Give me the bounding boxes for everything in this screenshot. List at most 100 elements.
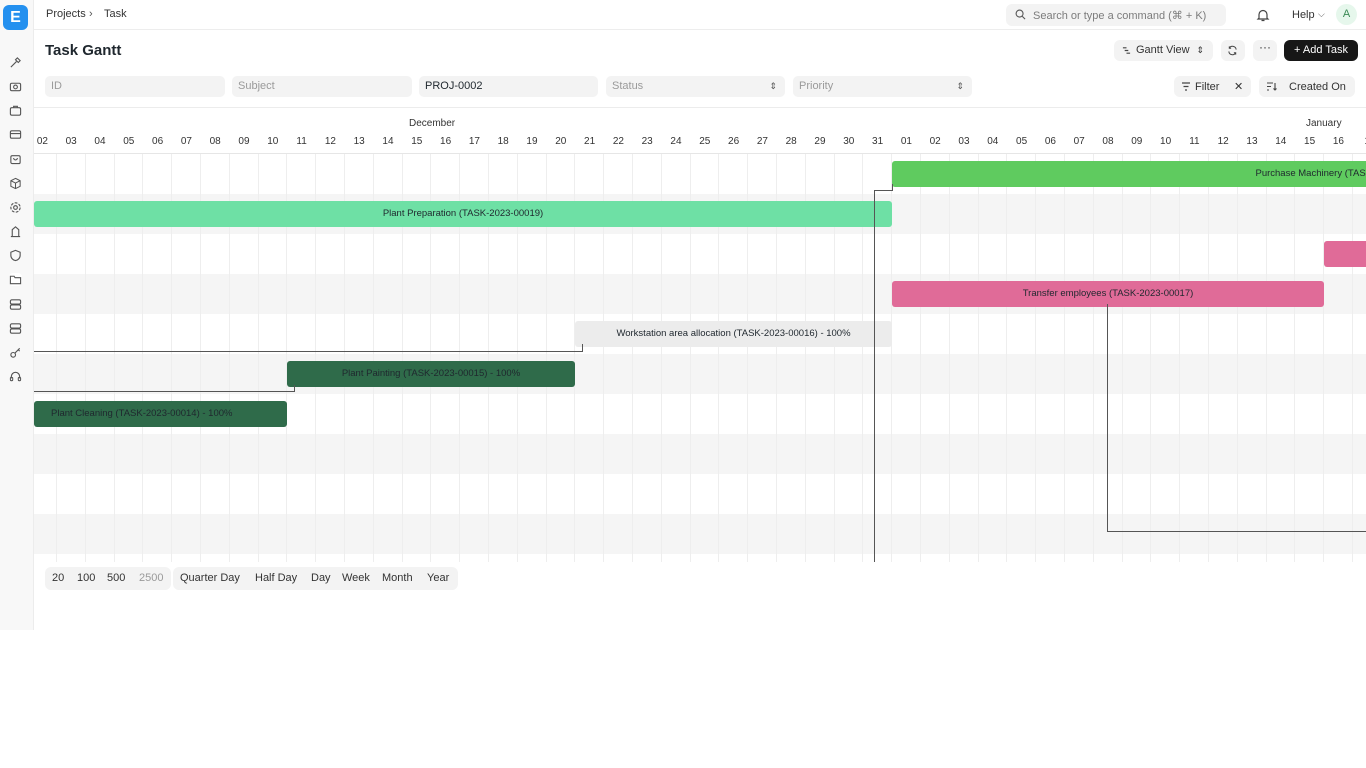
bag-icon[interactable] — [9, 152, 22, 165]
gantt-day-label: 11 — [1189, 136, 1200, 147]
gantt-day-label: 27 — [756, 136, 768, 147]
gantt-day-label: 16 — [440, 136, 452, 147]
bell-icon[interactable] — [1256, 8, 1270, 22]
gantt-day-label: 31 — [872, 136, 884, 147]
gantt-task-bar[interactable]: Purchase Machinery (TASK — [892, 161, 1366, 187]
status-filter-select[interactable]: Status ⇕ — [606, 76, 785, 97]
key-icon[interactable] — [9, 346, 22, 359]
breadcrumb-task[interactable]: Task — [104, 8, 127, 20]
gantt-grid-line — [1121, 154, 1123, 562]
chevron-up-down-icon: ⇕ — [769, 81, 777, 91]
gantt-row — [34, 234, 1366, 274]
gantt-grid-line — [1092, 154, 1094, 562]
gantt-month-label: December — [409, 118, 456, 129]
gantt-day-label: 11 — [296, 136, 307, 147]
avatar[interactable]: A — [1336, 4, 1357, 25]
gantt-day-label: 08 — [1102, 136, 1114, 147]
sidebar: E — [0, 0, 34, 630]
filter-button[interactable]: Filter ✕ — [1174, 76, 1251, 97]
page-size-500[interactable]: 500 — [107, 572, 125, 584]
app-logo[interactable]: E — [3, 5, 28, 30]
view-mode-quarter-day[interactable]: Quarter Day — [180, 572, 240, 584]
gantt-task-bar[interactable]: Plant Painting (TASK-2023-00015) - 100% — [287, 361, 575, 387]
sort-label: Created On — [1289, 81, 1346, 93]
gantt-grid-line — [1323, 154, 1325, 562]
gantt-dependency-line — [874, 190, 875, 562]
gantt-grid-line — [1064, 154, 1065, 562]
gantt-grid-line — [977, 154, 979, 562]
card-icon[interactable] — [9, 128, 22, 141]
project-filter-input[interactable]: PROJ-0002 — [419, 76, 598, 97]
gantt-day-label: 02 — [929, 136, 941, 147]
search-input[interactable]: Search or type a command (⌘ + K) — [1006, 4, 1226, 26]
page-size-2500[interactable]: 2500 — [139, 572, 163, 584]
gantt-day-label: 07 — [1073, 136, 1085, 147]
gantt-header-divider — [34, 153, 1366, 154]
view-mode-week[interactable]: Week — [342, 572, 370, 584]
building-icon[interactable] — [9, 225, 22, 238]
view-mode-half-day[interactable]: Half Day — [255, 572, 297, 584]
gantt-chart[interactable]: 02 03 04 05 06 07 08 09 10 11 12 13 14 15 16 17 18 19 20 21… — [34, 107, 1366, 562]
id-filter-input[interactable]: ID — [45, 76, 225, 97]
headset-icon[interactable] — [9, 370, 22, 383]
tools-icon[interactable] — [9, 56, 22, 69]
breadcrumb-projects[interactable]: Projects — [46, 8, 86, 20]
gantt-grid-line — [1236, 154, 1238, 562]
gantt-day-label: 06 — [1044, 136, 1056, 147]
gantt-day-label: 28 — [785, 136, 797, 147]
view-switcher-button[interactable]: Gantt View ⇕ — [1114, 40, 1213, 61]
gantt-dependency-line — [892, 184, 893, 191]
gantt-day-label: 13 — [1246, 136, 1258, 147]
gantt-task-bar[interactable] — [1324, 241, 1366, 267]
shield-icon[interactable] — [9, 249, 22, 262]
refresh-button[interactable] — [1221, 40, 1245, 61]
briefcase-icon[interactable] — [9, 104, 22, 117]
help-menu[interactable]: Help — [1292, 9, 1315, 21]
gantt-day-label: 03 — [958, 136, 970, 147]
subject-filter-input[interactable]: Subject — [232, 76, 412, 97]
page-size-20[interactable]: 20 — [52, 572, 64, 584]
gantt-day-label: 24 — [670, 136, 682, 147]
gantt-day-label: 18 — [497, 136, 509, 147]
close-icon[interactable]: ✕ — [1234, 77, 1243, 98]
database-icon[interactable] — [9, 322, 22, 335]
settings-icon[interactable] — [9, 201, 22, 214]
gantt-grid-line — [1179, 154, 1181, 562]
more-options-button[interactable]: ··· — [1253, 40, 1277, 61]
folder-icon[interactable] — [9, 273, 22, 286]
gantt-day-label: 19 — [526, 136, 538, 147]
page-size-selector: 20 100 500 2500 — [45, 567, 171, 590]
chevron-right-icon: › — [89, 8, 93, 20]
gantt-day-label: 05 — [123, 136, 135, 147]
database-icon[interactable] — [9, 298, 22, 311]
gantt-day-label: 04 — [987, 136, 999, 147]
view-mode-year[interactable]: Year — [427, 572, 449, 584]
gantt-day-label: 10 — [1160, 136, 1172, 147]
page-size-100[interactable]: 100 — [77, 572, 95, 584]
view-mode-month[interactable]: Month — [382, 572, 413, 584]
gantt-day-label: 23 — [641, 136, 653, 147]
gantt-day-label: 06 — [152, 136, 164, 147]
refresh-icon — [1228, 45, 1237, 56]
gantt-task-bar[interactable]: Workstation area allocation (TASK-2023-0… — [575, 321, 892, 347]
priority-filter-select[interactable]: Priority ⇕ — [793, 76, 972, 97]
box-icon[interactable] — [9, 177, 22, 190]
gantt-day-label: 10 — [267, 136, 279, 147]
gantt-grid-line — [1208, 154, 1209, 562]
gantt-day-label: 12 — [324, 136, 336, 147]
gantt-day-label: 1 — [1353, 136, 1366, 147]
gantt-month-label: January — [1306, 118, 1342, 129]
app: E Projects › Task Search or type a comma… — [0, 0, 1366, 768]
gantt-day-label: 13 — [353, 136, 365, 147]
chevron-up-down-icon: ⇕ — [1196, 45, 1204, 55]
sort-button[interactable]: Created On — [1259, 76, 1355, 97]
gantt-day-label: 15 — [411, 136, 423, 147]
gantt-grid-line — [1150, 154, 1152, 562]
view-mode-day[interactable]: Day — [311, 572, 331, 584]
gantt-task-bar[interactable]: Plant Preparation (TASK-2023-00019) — [34, 201, 892, 227]
gantt-task-bar[interactable]: Plant Cleaning (TASK-2023-00014) - 100% — [34, 401, 287, 427]
gantt-dependency-line — [294, 385, 295, 392]
camera-icon[interactable] — [9, 80, 22, 93]
add-task-button[interactable]: + Add Task — [1284, 40, 1358, 61]
gantt-task-bar[interactable]: Transfer employees (TASK-2023-00017) — [892, 281, 1324, 307]
